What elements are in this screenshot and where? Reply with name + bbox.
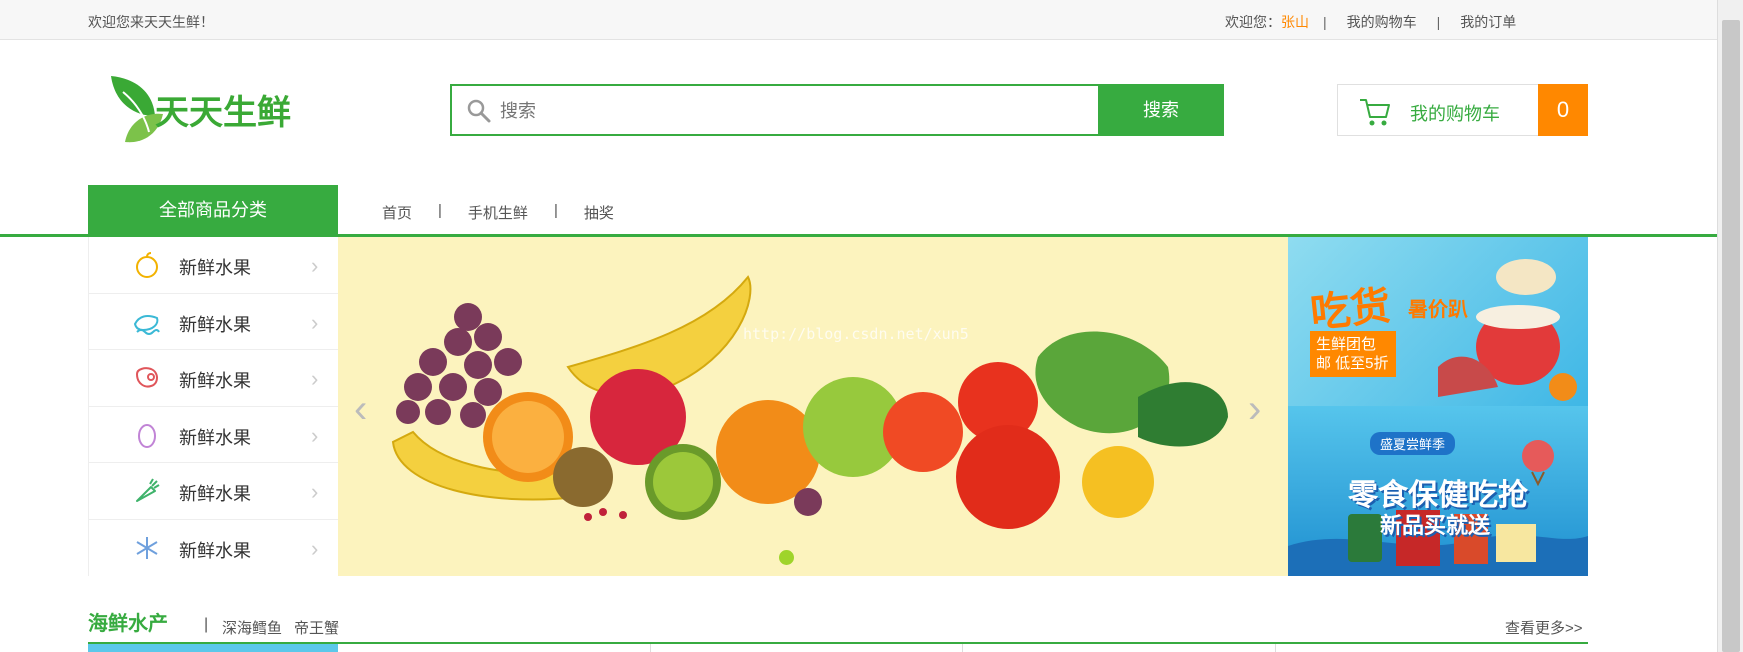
carousel-next-button[interactable]: › [1248,387,1261,432]
category-label: 新鲜水果 [179,484,251,504]
section-title: 海鲜水产 [88,613,168,635]
watermark-text: http://blog.csdn.net/xun5 [743,325,969,343]
cart-count-badge: 0 [1538,84,1588,136]
ad-badge: 盛夏尝鲜季 [1370,432,1456,455]
logo-text: 天天生鲜 [155,94,291,132]
search-button[interactable]: 搜索 [1098,84,1224,136]
section-tag-link[interactable]: 深海鳕鱼 [222,617,282,638]
category-item-meat[interactable]: 新鲜水果 › [89,350,338,407]
category-label: 新鲜水果 [179,540,251,561]
nav-divider: | [553,202,558,219]
carousel-prev-button[interactable]: ‹ [354,387,367,432]
chevron-right-icon: › [311,479,319,504]
hero-banner[interactable]: http://blog.csdn.net/xun5 ‹ › [338,237,1288,576]
product-column-divider [962,644,963,652]
welcome-text: 欢迎您来天天生鲜！ [88,14,214,30]
fruit-illustration [391,275,1228,529]
top-user-links: 欢迎您： 张山 | 我的购物车 | 我的订单 [1225,12,1536,32]
nav-lottery-link[interactable]: 抽奖 [584,202,614,223]
greeting-label: 欢迎您： [1225,14,1281,30]
meat-icon [135,367,158,388]
all-categories-button[interactable]: 全部商品分类 [88,185,338,235]
ad-subtitle: 暑价趴 [1408,299,1468,321]
seafood-icon [133,314,160,335]
product-column-divider [650,644,651,652]
search-bar: 搜索 [450,84,1224,136]
ad-subheadline: 新品买就送 [1380,513,1491,538]
search-icon [467,99,491,123]
top-bar: 欢迎您来天天生鲜！ 欢迎您： 张山 | 我的购物车 | 我的订单 [0,0,1717,40]
category-item-frozen[interactable]: 新鲜水果 › [89,520,338,577]
snowflake-icon [136,536,158,559]
product-column-divider [1275,644,1276,652]
carrot-icon [136,478,160,502]
section-tag-link[interactable]: 帝王蟹 [294,617,339,638]
promo-ad-summer[interactable]: 盛夏尝鲜季 零食保健吃抢 新品买就送 [1288,406,1588,576]
category-menu: 新鲜水果 › 新鲜水果 › 新鲜水果 › 新鲜水果 › 新鲜水果 › 新鲜水果 … [88,237,338,576]
scrollbar-thumb[interactable] [1722,20,1740,652]
section-divider: | [204,616,209,633]
search-box [450,84,1098,136]
egg-icon [138,423,156,448]
cart-widget[interactable]: 我的购物车 0 [1337,84,1588,136]
site-logo[interactable]: 天天生鲜 [105,72,305,152]
chevron-right-icon: › [311,253,319,278]
promo-ad-foodie[interactable]: 吃货 暑价趴 生鲜团包邮 低至5折 [1288,237,1588,406]
chevron-right-icon: › [311,366,319,391]
nav-divider: | [438,202,442,219]
shopping-cart-icon [1360,99,1390,126]
main-nav: 首页 | 手机生鲜 | 抽奖 [382,202,614,223]
category-item-seafood[interactable]: 新鲜水果 › [89,294,338,350]
category-item-fruit[interactable]: 新鲜水果 › [89,237,338,294]
category-item-vegetables[interactable]: 新鲜水果 › [89,463,338,520]
ad-title: 吃货 [1308,283,1393,337]
carousel-indicator-dot[interactable] [779,550,794,565]
nav-home-link[interactable]: 首页 [382,202,412,223]
divider: | [1323,14,1327,30]
category-label: 新鲜水果 [179,371,251,391]
cart-label: 我的购物车 [1410,104,1500,124]
username-link[interactable]: 张山 [1281,12,1309,32]
ad-promo: 生鲜团包邮 低至5折 [1310,331,1396,377]
nav-mobile-link[interactable]: 手机生鲜 [468,202,528,223]
my-orders-link[interactable]: 我的订单 [1460,12,1516,32]
chevron-right-icon: › [311,422,319,448]
chevron-right-icon: › [311,535,319,561]
category-label: 新鲜水果 [179,314,251,335]
category-item-eggs[interactable]: 新鲜水果 › [89,407,338,463]
category-label: 新鲜水果 [179,258,251,278]
section-feature-block[interactable] [88,644,338,652]
search-input[interactable] [500,94,1080,128]
view-more-link[interactable]: 查看更多>> [1505,617,1583,638]
my-cart-link[interactable]: 我的购物车 [1347,12,1417,32]
page-scrollbar[interactable] [1717,0,1743,652]
apple-icon [136,252,158,278]
divider: | [1436,14,1441,30]
leaf-logo-icon: 天天生鲜 [111,76,291,143]
chevron-right-icon: › [311,309,319,335]
category-label: 新鲜水果 [179,427,251,448]
